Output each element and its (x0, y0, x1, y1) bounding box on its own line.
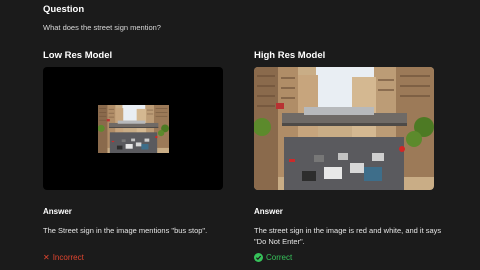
high-res-verdict-label: Correct (266, 253, 293, 262)
question-heading: Question (43, 4, 85, 15)
high-res-city-image (254, 67, 434, 190)
high-res-image-panel (254, 67, 434, 190)
low-res-title: Low Res Model (43, 50, 113, 61)
low-res-verdict: ✕ Incorrect (43, 253, 84, 262)
check-circle-icon (254, 253, 263, 262)
high-res-verdict: Correct (254, 253, 292, 262)
low-res-image-panel (43, 67, 223, 190)
high-res-answer-text: The street sign in the image is red and … (254, 226, 442, 246)
x-icon: ✕ (43, 252, 50, 262)
high-res-answer-heading: Answer (254, 207, 283, 216)
low-res-city-image (98, 105, 169, 153)
question-text: What does the street sign mention? (43, 23, 161, 32)
high-res-title: High Res Model (254, 50, 326, 61)
low-res-verdict-label: Incorrect (52, 253, 84, 262)
low-res-answer-text: The Street sign in the image mentions "b… (43, 226, 208, 235)
low-res-answer-heading: Answer (43, 207, 72, 216)
